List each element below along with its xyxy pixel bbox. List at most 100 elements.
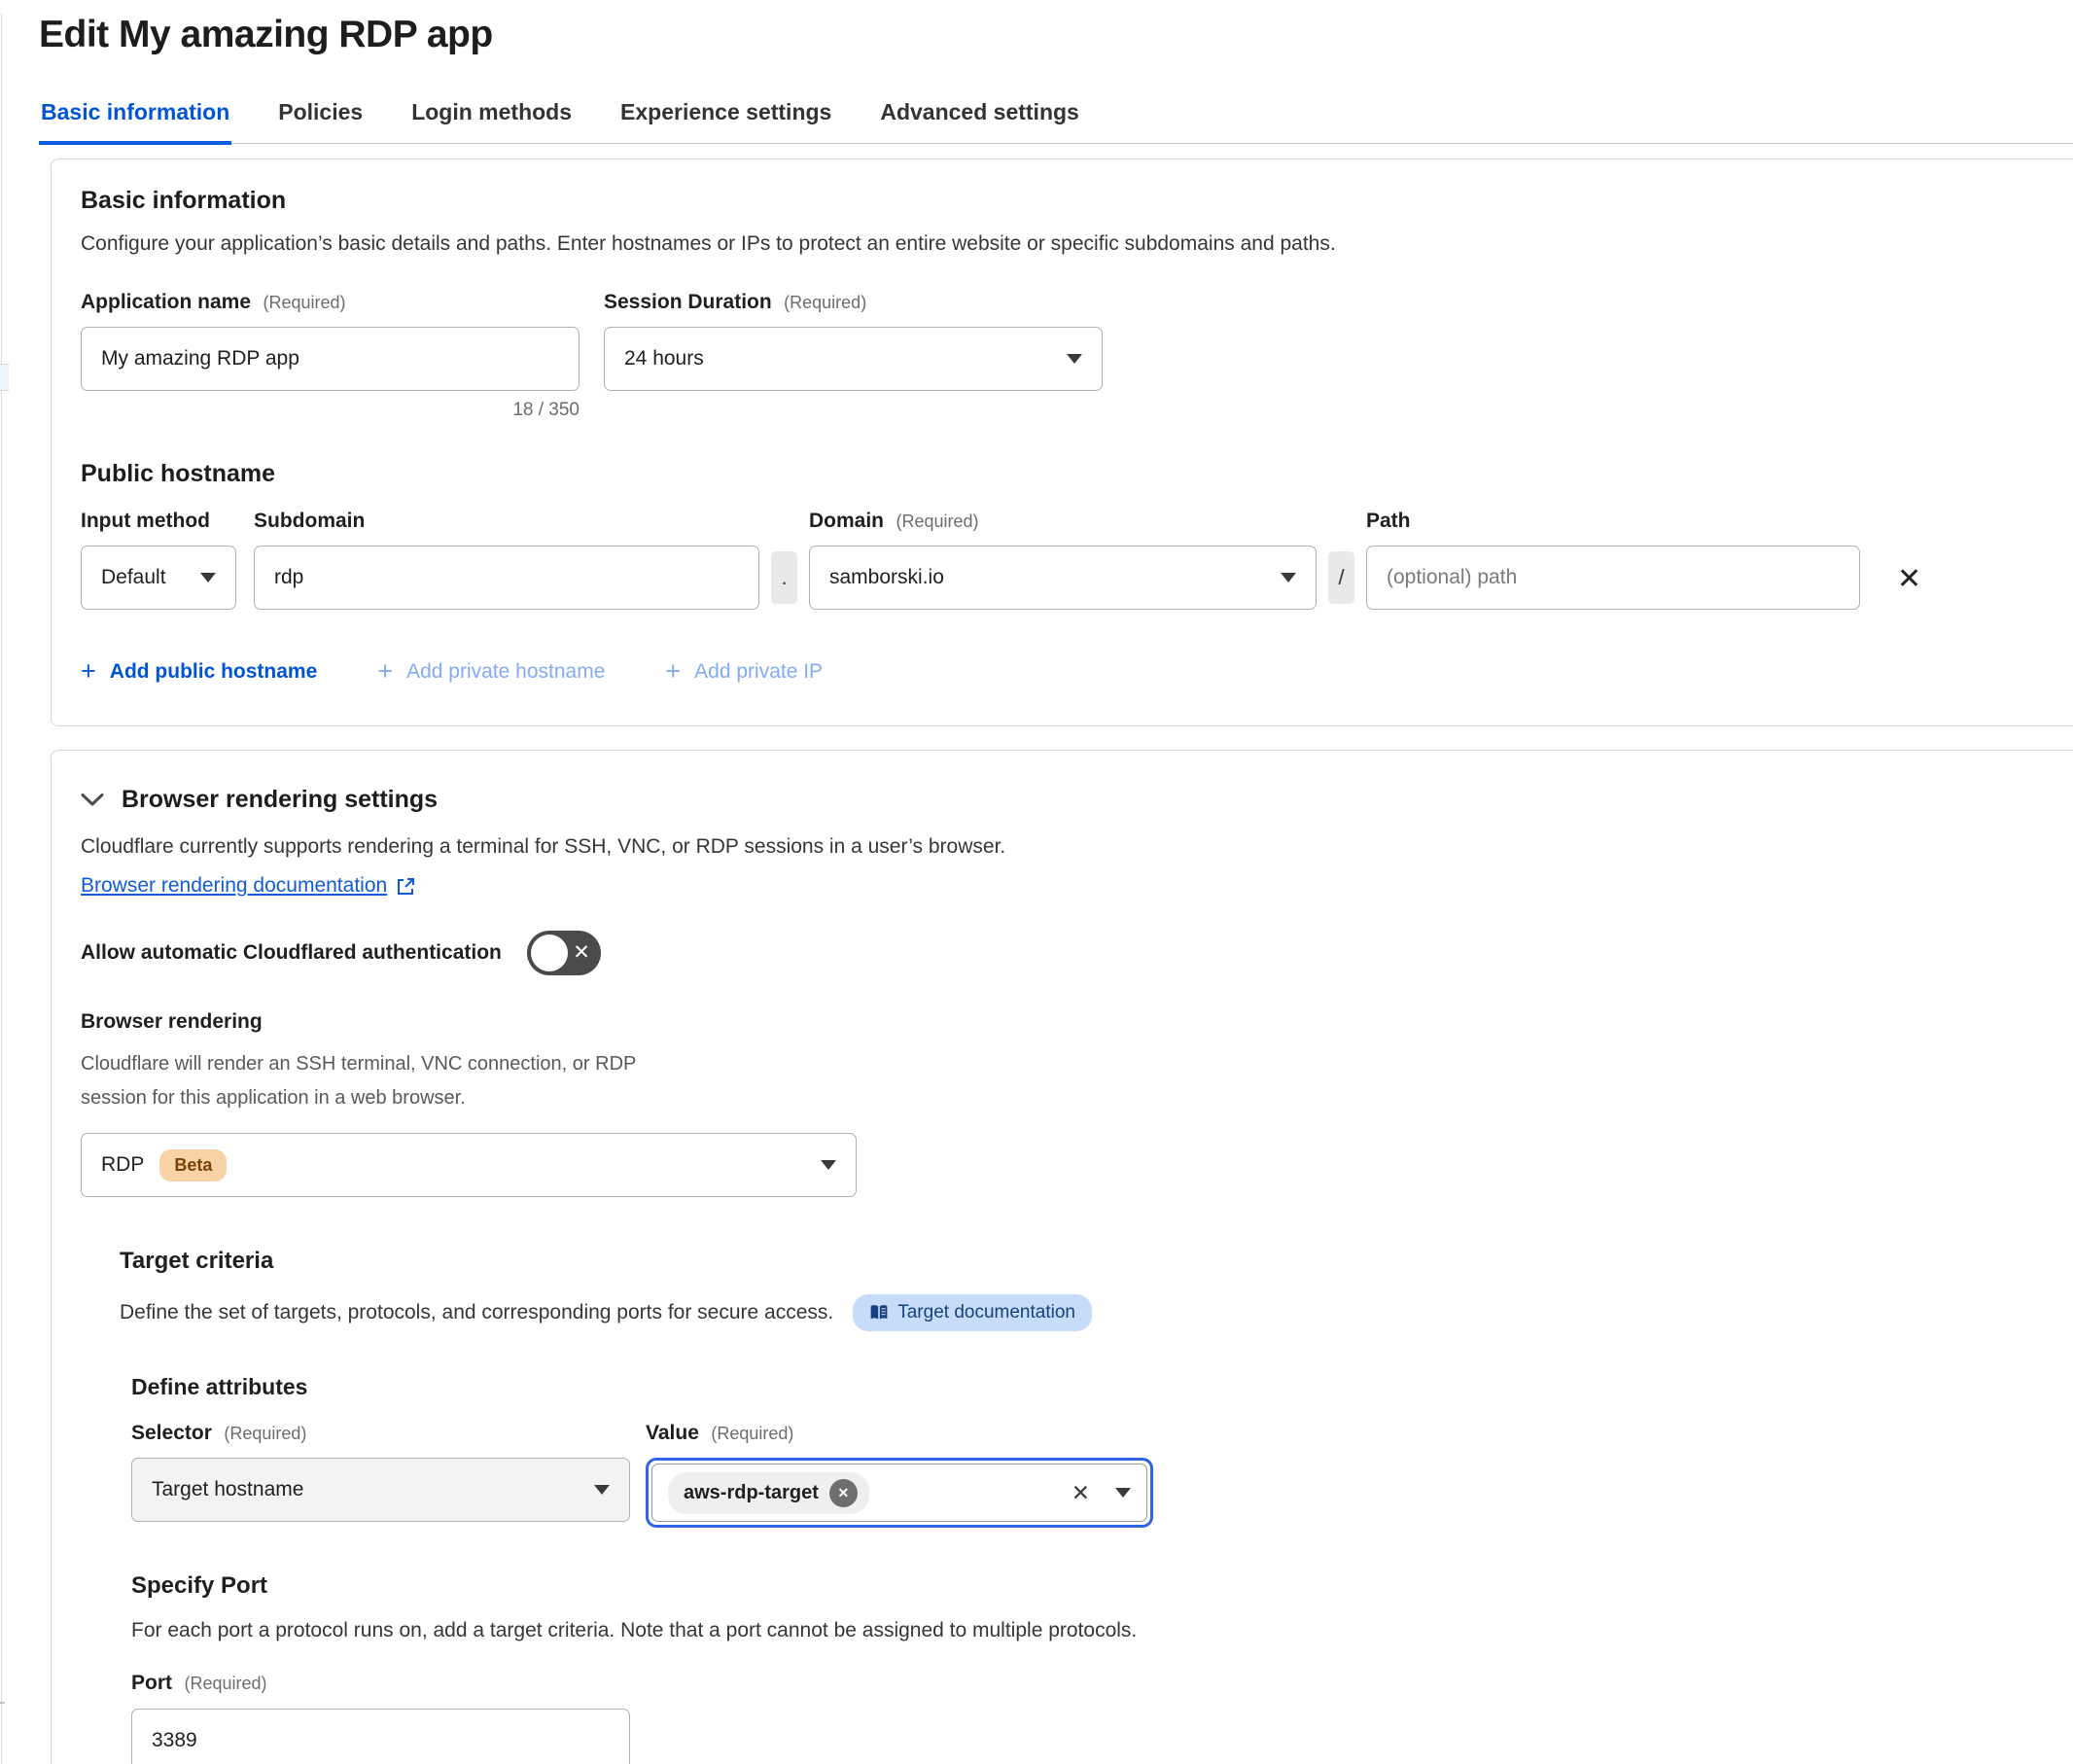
selector-value: Target hostname xyxy=(152,1478,303,1501)
selector-select[interactable]: Target hostname xyxy=(131,1458,630,1522)
basic-information-card: Basic information Configure your applica… xyxy=(51,159,2073,726)
selector-required: (Required) xyxy=(224,1424,306,1443)
cloudflared-auth-row: Allow automatic Cloudflared authenticati… xyxy=(81,931,2058,975)
port-required: (Required) xyxy=(184,1674,266,1693)
target-criteria-heading: Target criteria xyxy=(120,1248,2058,1275)
cloudflared-auth-label: Allow automatic Cloudflared authenticati… xyxy=(81,941,502,965)
dot-separator: . xyxy=(771,551,797,604)
tab-login-methods[interactable]: Login methods xyxy=(409,99,574,143)
browser-rendering-settings-description: Cloudflare currently supports rendering … xyxy=(81,835,2058,859)
left-rail-divider xyxy=(1,14,2,1764)
specify-port-section: Specify Port For each port a protocol ru… xyxy=(131,1572,2058,1764)
input-method-value: Default xyxy=(101,566,166,589)
tab-advanced-settings[interactable]: Advanced settings xyxy=(878,99,1081,143)
value-tag-label: aws-rdp-target xyxy=(684,1482,819,1504)
toggle-knob xyxy=(531,935,568,971)
browser-rendering-documentation-link[interactable]: Browser rendering documentation xyxy=(81,874,416,898)
remove-hostname-row-icon[interactable]: ✕ xyxy=(1897,565,1921,594)
browser-rendering-label: Browser rendering xyxy=(81,1010,2058,1034)
target-documentation-button[interactable]: Target documentation xyxy=(853,1294,1092,1331)
browser-rendering-select[interactable]: RDP Beta xyxy=(81,1133,857,1197)
input-method-label: Input method xyxy=(81,510,236,533)
name-duration-row: Application name (Required) 18 / 350 Ses… xyxy=(81,291,2058,421)
subdomain-label: Subdomain xyxy=(254,510,759,533)
chevron-down-icon xyxy=(81,793,104,807)
add-private-ip-label: Add private IP xyxy=(694,660,823,684)
path-input[interactable] xyxy=(1366,546,1860,610)
public-hostname-heading: Public hostname xyxy=(81,460,2058,488)
edit-application-page: Edit My amazing RDP app Basic informatio… xyxy=(0,14,2073,1764)
plus-icon: + xyxy=(665,656,681,687)
port-input[interactable] xyxy=(131,1709,630,1764)
cloudflared-auth-toggle[interactable]: ✕ xyxy=(527,931,601,975)
value-required: (Required) xyxy=(711,1424,793,1443)
browser-rendering-settings-heading: Browser rendering settings xyxy=(122,786,438,814)
plus-icon: + xyxy=(377,656,393,687)
input-method-field: Input method Default xyxy=(81,510,236,610)
subdomain-input[interactable] xyxy=(254,546,759,610)
value-tag: aws-rdp-target ✕ xyxy=(668,1472,869,1514)
add-public-hostname-label: Add public hostname xyxy=(110,660,318,684)
toggle-off-x-icon: ✕ xyxy=(573,940,590,965)
value-field: Value (Required) aws-rdp-target ✕ ✕ xyxy=(646,1422,1153,1528)
selector-value-row: Selector (Required) Target hostname Valu… xyxy=(131,1422,2058,1528)
beta-badge: Beta xyxy=(159,1149,227,1182)
target-documentation-label: Target documentation xyxy=(897,1302,1075,1323)
value-combobox[interactable]: aws-rdp-target ✕ ✕ xyxy=(651,1464,1147,1522)
chevron-down-icon xyxy=(1067,354,1082,364)
session-duration-select[interactable]: 24 hours xyxy=(604,327,1103,391)
add-private-hostname-label: Add private hostname xyxy=(406,660,605,684)
add-private-hostname-button[interactable]: + Add private hostname xyxy=(377,656,605,687)
browser-rendering-documentation-label: Browser rendering documentation xyxy=(81,874,387,898)
public-hostname-row: Input method Default Subdomain . Domain … xyxy=(81,510,2058,610)
chevron-down-icon xyxy=(1281,573,1296,582)
application-name-input[interactable] xyxy=(81,327,580,391)
tab-bar: Basic information Policies Login methods… xyxy=(39,99,2073,144)
add-public-hostname-button[interactable]: + Add public hostname xyxy=(81,656,317,687)
page-title: Edit My amazing RDP app xyxy=(39,14,2073,56)
tag-remove-icon[interactable]: ✕ xyxy=(829,1479,858,1507)
plus-icon: + xyxy=(81,656,96,687)
session-duration-value: 24 hours xyxy=(624,347,704,370)
browser-rendering-description: Cloudflare will render an SSH terminal, … xyxy=(81,1047,664,1115)
path-label: Path xyxy=(1366,510,1860,533)
session-duration-field: Session Duration (Required) 24 hours xyxy=(604,291,1103,421)
specify-port-heading: Specify Port xyxy=(131,1572,2058,1600)
domain-required: (Required) xyxy=(896,512,978,531)
path-field: Path xyxy=(1366,510,1860,610)
tab-policies[interactable]: Policies xyxy=(276,99,365,143)
session-duration-label: Session Duration xyxy=(604,291,772,313)
value-label: Value xyxy=(646,1422,699,1444)
specify-port-description: For each port a protocol runs on, add a … xyxy=(131,1619,2058,1642)
domain-field: Domain (Required) samborski.io xyxy=(809,510,1317,610)
domain-select[interactable]: samborski.io xyxy=(809,546,1317,610)
define-attributes-heading: Define attributes xyxy=(131,1374,2058,1400)
define-attributes-section: Define attributes Selector (Required) Ta… xyxy=(131,1374,2058,1528)
chevron-down-icon[interactable] xyxy=(1115,1488,1131,1498)
application-name-field: Application name (Required) 18 / 350 xyxy=(81,291,580,421)
input-method-select[interactable]: Default xyxy=(81,546,236,610)
target-criteria-section: Target criteria Define the set of target… xyxy=(120,1248,2058,1764)
slash-separator: / xyxy=(1328,551,1354,604)
value-combobox-focus-ring: aws-rdp-target ✕ ✕ xyxy=(646,1458,1153,1528)
clear-value-icon[interactable]: ✕ xyxy=(1072,1482,1090,1504)
basic-information-heading: Basic information xyxy=(81,187,2058,215)
session-duration-required: (Required) xyxy=(784,293,866,312)
book-icon xyxy=(869,1304,889,1322)
left-rail-fragment xyxy=(0,364,9,391)
left-rail-tick xyxy=(0,1702,5,1704)
add-private-ip-button[interactable]: + Add private IP xyxy=(665,656,823,687)
browser-rendering-card: Browser rendering settings Cloudflare cu… xyxy=(51,750,2073,1764)
application-name-required: (Required) xyxy=(263,293,345,312)
chevron-down-icon xyxy=(821,1160,836,1170)
tab-basic-information[interactable]: Basic information xyxy=(39,99,231,145)
selector-field: Selector (Required) Target hostname xyxy=(131,1422,630,1528)
target-criteria-description-row: Define the set of targets, protocols, an… xyxy=(120,1294,2058,1331)
chevron-down-icon xyxy=(594,1485,610,1495)
browser-rendering-settings-header[interactable]: Browser rendering settings xyxy=(81,786,2058,814)
subdomain-field: Subdomain xyxy=(254,510,759,610)
basic-information-description: Configure your application’s basic detai… xyxy=(81,232,2058,256)
port-label: Port xyxy=(131,1672,172,1694)
application-name-label: Application name xyxy=(81,291,251,313)
tab-experience-settings[interactable]: Experience settings xyxy=(618,99,833,143)
